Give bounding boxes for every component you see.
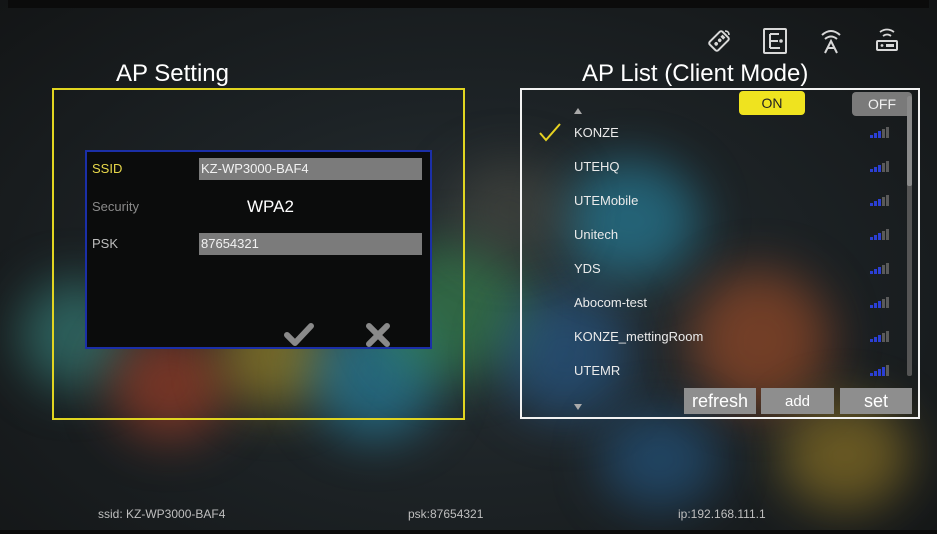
network-item-unitech[interactable]: Unitech	[522, 219, 907, 253]
signal-strength-icon	[870, 229, 889, 240]
scrollbar-thumb[interactable]	[907, 96, 912, 186]
set-button[interactable]: set	[840, 388, 912, 414]
signal-strength-icon	[870, 297, 889, 308]
status-psk: psk:87654321	[408, 507, 484, 521]
ap-setting-title: AP Setting	[116, 60, 229, 87]
ap-setting-dialog: SSID KZ-WP3000-BAF4 Security WPA2 PSK 87…	[85, 150, 432, 349]
network-name: KONZE	[574, 125, 619, 140]
signal-strength-icon	[870, 161, 889, 172]
refresh-button[interactable]: refresh	[684, 388, 756, 414]
network-item-abocom-test[interactable]: Abocom-test	[522, 287, 907, 321]
router-icon[interactable]	[868, 22, 906, 60]
network-name: UTEMobile	[574, 193, 639, 208]
scroll-down-arrow-icon[interactable]	[574, 404, 582, 410]
network-settings-icon[interactable]	[756, 22, 794, 60]
network-name: Abocom-test	[574, 295, 647, 310]
network-name: UTEHQ	[574, 159, 620, 174]
network-name: KONZE_mettingRoom	[574, 329, 704, 344]
ap-list-title: AP List (Client Mode)	[582, 60, 809, 87]
close-icon	[366, 323, 390, 347]
selected-check-icon	[539, 123, 561, 142]
network-item-konze-mettingroom[interactable]: KONZE_mettingRoom	[522, 321, 907, 355]
signal-strength-icon	[870, 331, 889, 342]
status-ssid: ssid: KZ-WP3000-BAF4	[98, 507, 226, 521]
network-item-utemobile[interactable]: UTEMobile	[522, 185, 907, 219]
security-label: Security	[92, 199, 139, 214]
network-item-konze[interactable]: KONZE	[522, 117, 907, 151]
signal-strength-icon	[870, 195, 889, 206]
ssid-input[interactable]: KZ-WP3000-BAF4	[199, 158, 422, 180]
remote-icon[interactable]	[700, 22, 738, 60]
confirm-button[interactable]	[281, 317, 317, 353]
psk-label: PSK	[92, 236, 119, 251]
cancel-button[interactable]	[360, 317, 396, 353]
psk-input[interactable]: 87654321	[199, 233, 422, 255]
toggle-on-button[interactable]: ON	[739, 91, 805, 115]
network-name: UTEMR	[574, 363, 621, 378]
network-name: YDS	[574, 261, 601, 276]
signal-strength-icon	[870, 127, 889, 138]
ssid-label: SSID	[92, 161, 123, 176]
top-frame-bar	[8, 0, 929, 8]
security-value[interactable]: WPA2	[247, 197, 294, 217]
network-item-yds[interactable]: YDS	[522, 253, 907, 287]
add-button[interactable]: add	[761, 388, 834, 414]
network-name: Unitech	[574, 227, 619, 242]
bottom-frame-bar	[0, 530, 937, 534]
scroll-up-arrow-icon[interactable]	[574, 108, 582, 114]
network-item-utemr[interactable]: UTEMR	[522, 355, 907, 389]
checkmark-icon	[284, 323, 314, 346]
signal-strength-icon	[870, 365, 889, 376]
status-ip: ip:192.168.111.1	[678, 507, 766, 521]
signal-strength-icon	[870, 263, 889, 274]
toggle-off-button[interactable]: OFF	[852, 92, 912, 116]
wireless-antenna-icon[interactable]	[812, 22, 850, 60]
network-list-scrollbar[interactable]	[907, 96, 912, 376]
network-item-utehq[interactable]: UTEHQ	[522, 151, 907, 185]
